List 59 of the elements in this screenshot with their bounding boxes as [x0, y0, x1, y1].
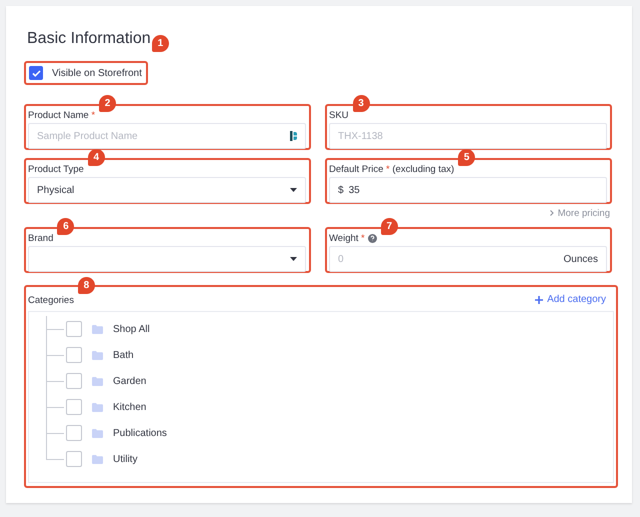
chevron-icon	[550, 210, 554, 216]
callout-marker: 2	[99, 95, 116, 112]
folder-icon	[92, 428, 103, 438]
field-label: Default Price	[329, 164, 384, 175]
field-note: (excluding tax)	[392, 164, 454, 175]
checkbox[interactable]	[66, 373, 82, 389]
category-name[interactable]: Garden	[113, 376, 146, 386]
currency-prefix: $	[338, 184, 344, 196]
add-category-link[interactable]: Add category	[535, 294, 606, 305]
section-title: Basic Information	[27, 30, 151, 48]
required-mark: *	[91, 110, 96, 121]
callout-marker: 1	[152, 35, 169, 52]
help-icon[interactable]	[368, 234, 377, 243]
category-name[interactable]: Utility	[113, 454, 138, 464]
checkbox-label: Visible on Storefront	[52, 68, 142, 78]
callout-marker: 4	[88, 149, 105, 166]
field-label: Product Type	[28, 164, 84, 175]
folder-icon	[92, 376, 103, 386]
callout-marker: 7	[380, 218, 398, 235]
text-field[interactable]: $ 35	[329, 177, 607, 203]
required-mark: *	[361, 233, 365, 244]
dropdown[interactable]	[28, 246, 306, 272]
caret-icon	[290, 188, 297, 192]
field-input[interactable]: Sample Product Name	[37, 130, 290, 142]
category-name[interactable]: Publications	[113, 428, 167, 438]
folder-icon	[92, 350, 103, 360]
folder-icon	[92, 454, 103, 464]
checkbox[interactable]	[66, 347, 82, 363]
field-input[interactable]: 0	[338, 254, 564, 264]
field-label: Categories	[28, 295, 74, 306]
field-input[interactable]: 35	[348, 184, 598, 196]
extension-icon[interactable]	[290, 131, 297, 141]
checkbox[interactable]	[66, 399, 82, 415]
unit-label: Ounces	[564, 254, 598, 264]
callout-marker: 6	[57, 218, 74, 235]
text-field[interactable]: Sample Product Name	[28, 123, 306, 149]
text-field[interactable]: 0 Ounces	[329, 246, 607, 272]
category-name[interactable]: Kitchen	[113, 402, 146, 412]
checkbox[interactable]	[66, 451, 82, 467]
field-input[interactable]: THX-1138	[338, 130, 598, 142]
checkbox[interactable]	[66, 321, 82, 337]
field-label: Weight	[329, 233, 358, 244]
checkbox[interactable]	[29, 66, 43, 80]
category-name[interactable]: Bath	[113, 350, 134, 360]
caret-icon	[290, 257, 297, 261]
field-label: Product Name	[28, 110, 89, 121]
callout-marker: 8	[78, 277, 95, 294]
callout-marker: 5	[458, 149, 476, 166]
field-label: Brand	[28, 233, 54, 244]
checkbox[interactable]	[66, 425, 82, 441]
field-label: SKU	[329, 110, 349, 121]
dropdown[interactable]: Physical	[28, 177, 306, 203]
required-mark: *	[386, 164, 390, 175]
callout-marker: 3	[352, 95, 370, 112]
folder-icon	[92, 402, 103, 412]
plus-icon	[535, 296, 544, 304]
text-field[interactable]: THX-1138	[329, 123, 607, 149]
folder-icon	[92, 324, 103, 334]
category-name[interactable]: Shop All	[113, 324, 150, 334]
